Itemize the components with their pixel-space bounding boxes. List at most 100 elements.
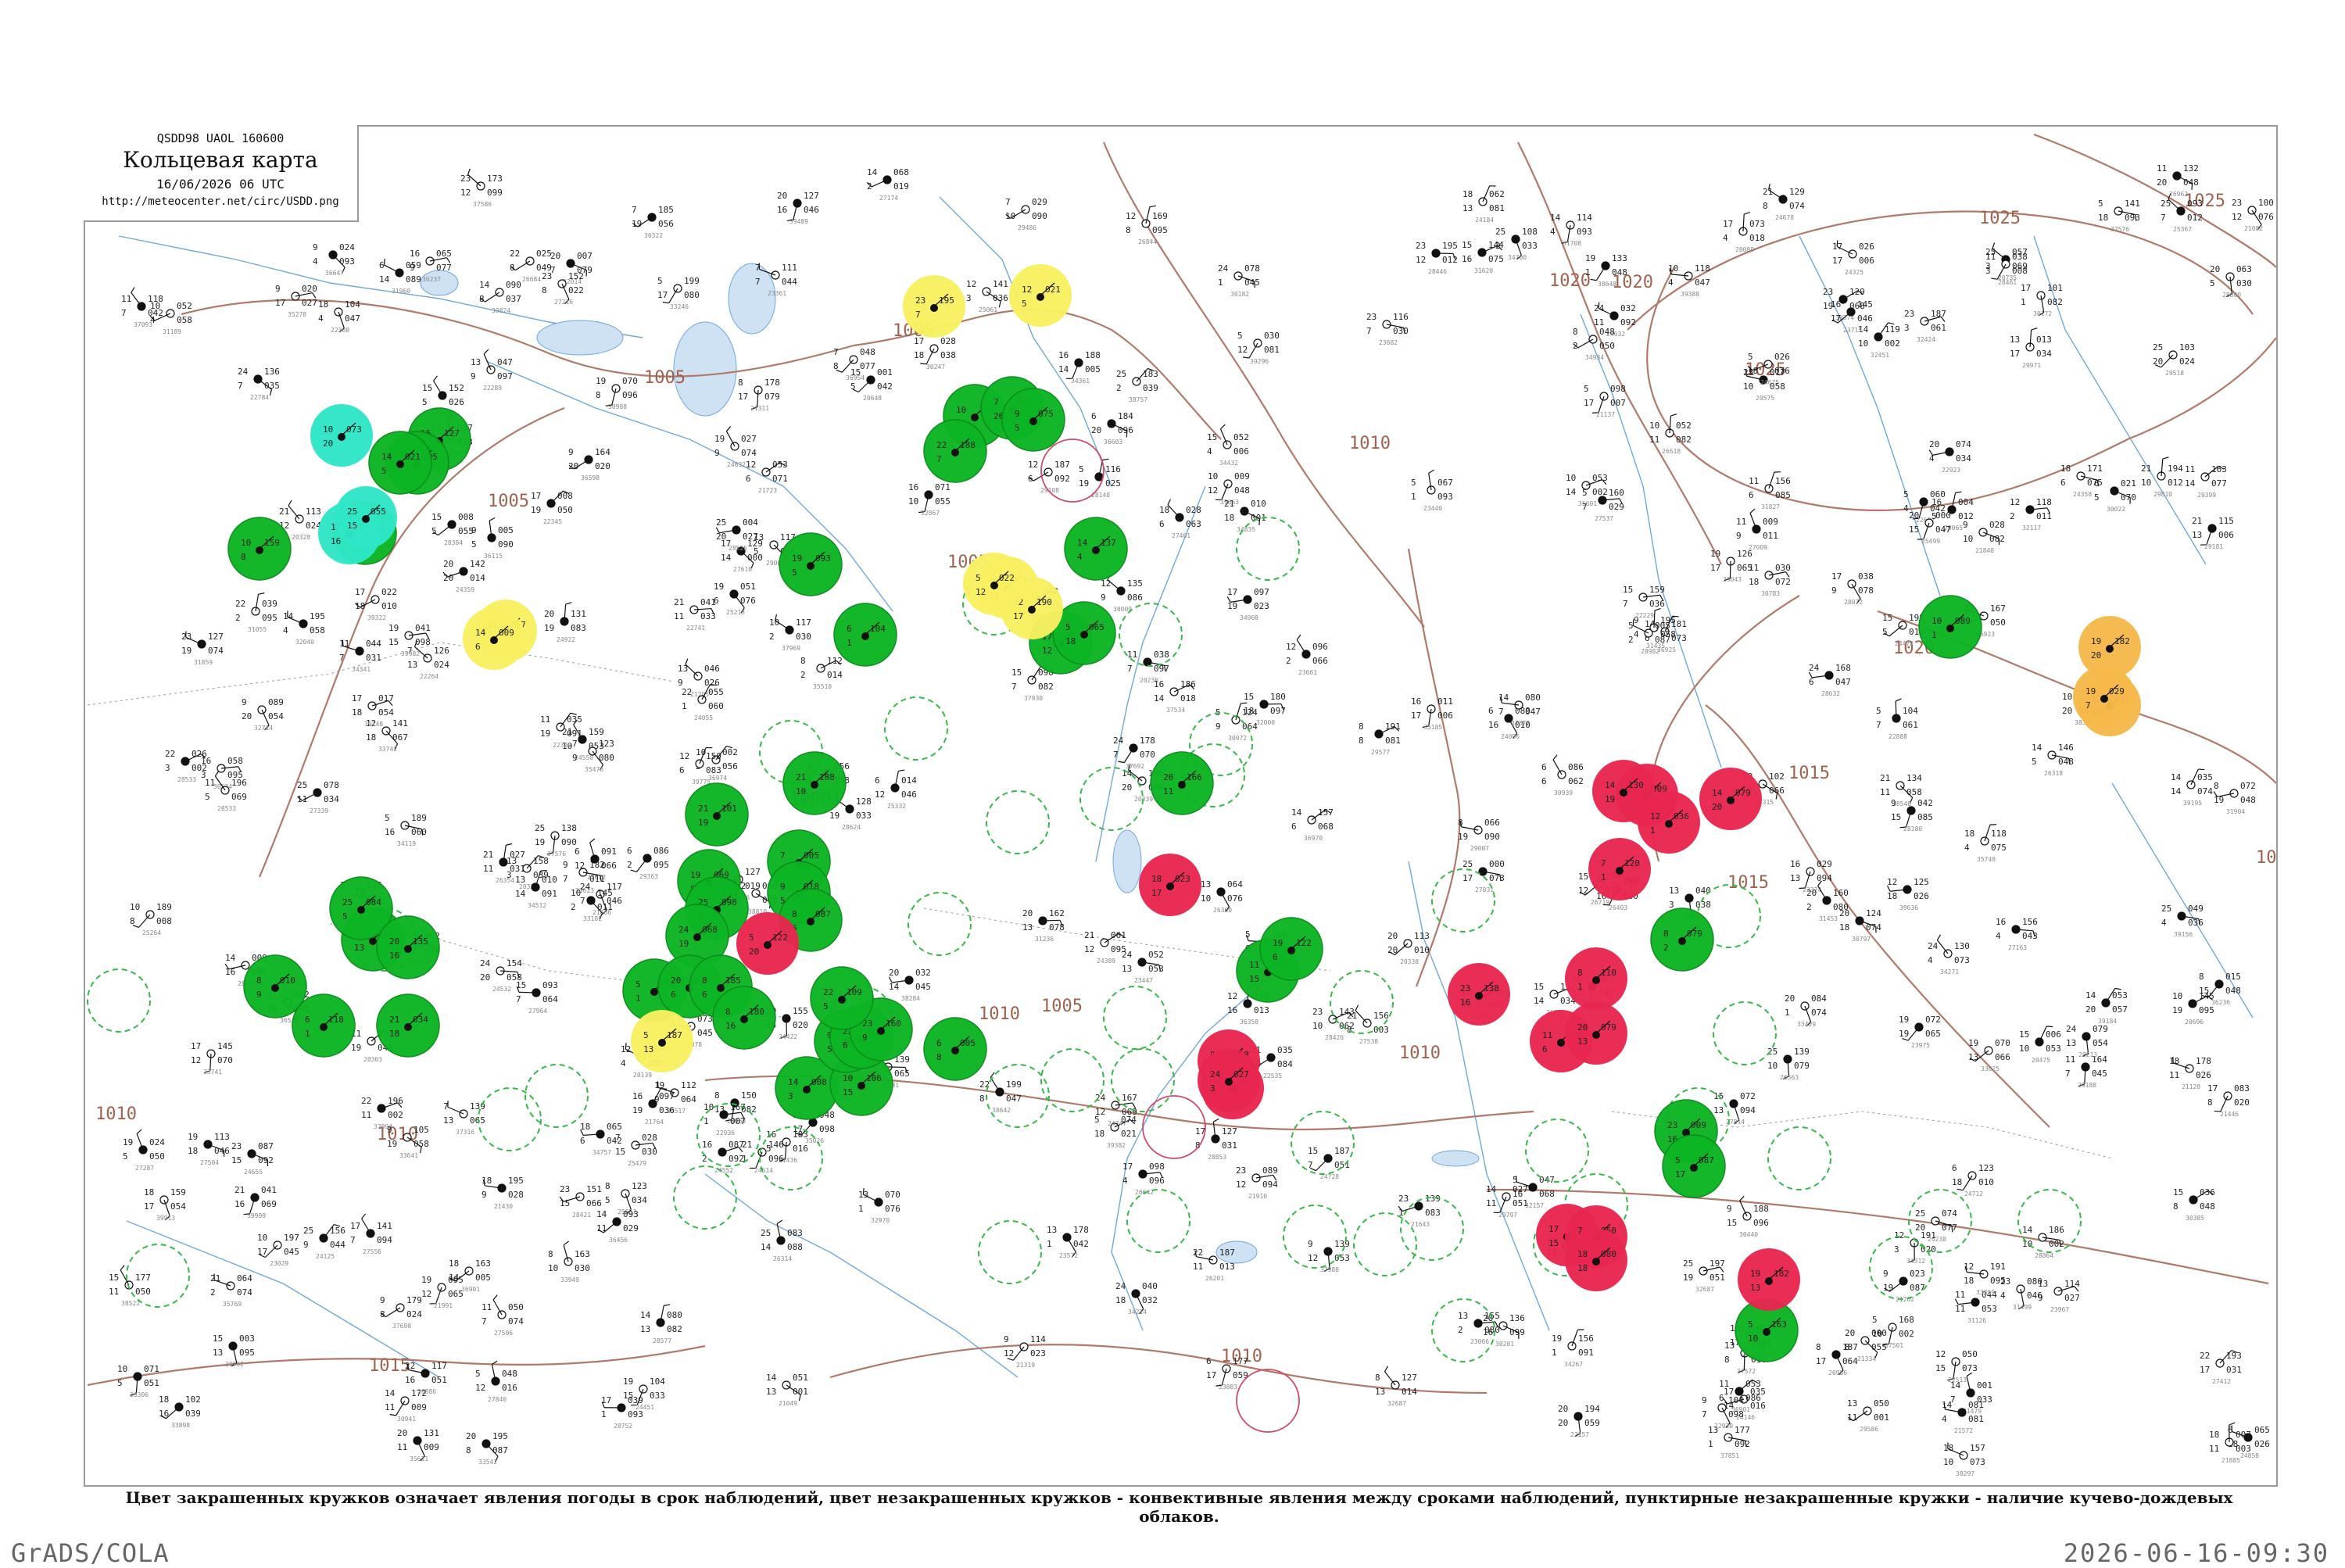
station-dewpoint: 4 <box>2161 918 2167 928</box>
station-temp: 14 <box>1550 213 1561 223</box>
station-dewpoint: 8 <box>2207 1097 2213 1108</box>
station-index: 24552 <box>714 1167 733 1174</box>
station-temp: 14 <box>788 1077 799 1087</box>
station-index: 32451 <box>1871 352 1889 359</box>
station-temp: 10 <box>117 1364 127 1374</box>
cloud-cover-icon <box>877 1027 885 1035</box>
station-index: 28533 <box>177 776 196 783</box>
station-dewpoint: 7 <box>2085 700 2091 711</box>
station-temp: 21 <box>674 597 684 607</box>
station-dewpoint: 6 <box>746 474 751 484</box>
station-dewpoint: 19 <box>351 1043 361 1053</box>
station-tendency: 060 <box>708 701 724 711</box>
weather-station: 8112201435510 <box>800 656 843 690</box>
station-index: 27339 <box>310 807 328 814</box>
station-dewpoint: 4 <box>1077 552 1083 562</box>
station-temp: 15 <box>2019 1029 2029 1040</box>
station-dewpoint: 7 <box>238 381 243 391</box>
station-temp: 23 <box>1823 287 1833 297</box>
station-index: 26403 <box>1609 904 1627 911</box>
wind-feather-icon <box>1103 459 1109 460</box>
station-tendency: 045 <box>697 1028 713 1038</box>
weather-station: 20074403422923 <box>1929 439 1971 474</box>
station-temp: 14 <box>1605 780 1616 790</box>
station-temp: 5 <box>1628 621 1634 631</box>
station-temp: 10 <box>257 1233 267 1243</box>
phenomena-circle-red: 1918213 <box>1738 1248 1800 1311</box>
station-temp: 13 <box>1847 1398 1857 1409</box>
station-temp: 19 <box>690 870 700 880</box>
phenomena-circle-red: 2313816 <box>1448 963 1510 1026</box>
station-dewpoint: 17 <box>2010 349 2020 359</box>
wind-barb-icon <box>485 292 499 302</box>
station-dewpoint: 8 <box>833 361 839 371</box>
station-index: 39913 <box>156 1215 175 1222</box>
station-dewpoint: 18 <box>914 350 924 360</box>
station-temp: 20 <box>1839 908 1849 918</box>
station-temp: 11 <box>1542 1030 1552 1040</box>
station-pressure: 157 <box>1970 1443 1985 1453</box>
station-index: 33306 <box>130 1391 149 1398</box>
station-dewpoint: 5 <box>2210 278 2215 288</box>
station-pressure: 151 <box>586 1184 602 1194</box>
station-dewpoint: 6 <box>1291 822 1297 832</box>
wind-barb-icon <box>1908 1027 1919 1040</box>
station-index: 23975 <box>1911 1042 1930 1049</box>
station-dewpoint: 4 <box>1996 931 2001 941</box>
cloud-cover-icon <box>1592 1258 1600 1265</box>
wind-feather-icon <box>1670 414 1677 416</box>
station-tendency: 078 <box>1858 585 1874 596</box>
station-temp: 14 <box>381 452 392 462</box>
station-index: 20648 <box>863 395 882 402</box>
station-pressure: 139 <box>1794 1047 1810 1057</box>
station-index: 30988 <box>608 403 627 410</box>
station-dewpoint: 14 <box>889 982 900 992</box>
station-dewpoint: 7 <box>1011 682 1017 692</box>
wind-feather-icon <box>1168 499 1170 505</box>
weather-station: 140351407439195 <box>2171 769 2213 807</box>
station-index: 35185 <box>1423 724 1442 731</box>
station-index: 23447 <box>1134 977 1153 984</box>
station-temp: 19 <box>123 1137 133 1147</box>
wind-feather-icon <box>1213 1119 1219 1122</box>
station-dewpoint: 8 <box>466 1445 471 1455</box>
station-index: 23157 <box>1570 1431 1589 1438</box>
station-dewpoint: 16 <box>1513 1189 1523 1199</box>
station-index: 21082 <box>2244 225 2263 232</box>
station-pressure: 073 <box>1749 219 1765 229</box>
station-temp: 6 <box>1091 411 1097 421</box>
station-dewpoint: 16 <box>234 1199 245 1209</box>
station-tendency: 007 <box>1610 398 1626 408</box>
station-pressure: 115 <box>2218 516 2234 526</box>
station-pressure: 038 <box>1858 571 1874 582</box>
station-temp: 18 <box>2209 1430 2219 1440</box>
station-tendency: 054 <box>378 707 394 718</box>
weather-station: 18118407535748 <box>1964 825 2007 863</box>
cloud-cover-icon <box>357 906 365 914</box>
station-temp: 24 <box>1928 941 1939 951</box>
wind-feather-icon <box>1740 1196 1745 1201</box>
wind-feather-icon <box>1221 424 1226 429</box>
station-tendency: 029 <box>623 1223 639 1233</box>
station-index: 24712 <box>1964 1190 1983 1197</box>
station-dewpoint: 15 <box>1909 524 1919 535</box>
weather-station: 12169809526844 <box>1126 206 1168 245</box>
station-index: 26318 <box>2044 770 2063 777</box>
station-pressure: 097 <box>1254 587 1269 597</box>
station-index: 26238 <box>1928 1236 1946 1243</box>
weather-station: 191261706539043 <box>1710 549 1752 583</box>
station-temp: 25 <box>342 897 353 908</box>
station-temp: 12 <box>679 751 689 761</box>
station-pressure: 065 <box>2254 1425 2270 1435</box>
station-index: 24678 <box>1775 214 1794 221</box>
weather-station: 14195405832040 <box>283 610 325 646</box>
station-tendency: 018 <box>1180 693 1196 703</box>
weather-station: 6086606230939 <box>1541 755 1584 797</box>
station-tendency: 098 <box>1728 1409 1744 1419</box>
station-tendency: 045 <box>2092 1069 2107 1079</box>
station-pressure: 026 <box>1774 352 1790 362</box>
station-tendency: 047 <box>1525 707 1541 717</box>
station-index: 33542 <box>478 1459 497 1466</box>
station-temp: 12 <box>1650 811 1660 822</box>
station-dewpoint: 4 <box>1723 233 1728 243</box>
